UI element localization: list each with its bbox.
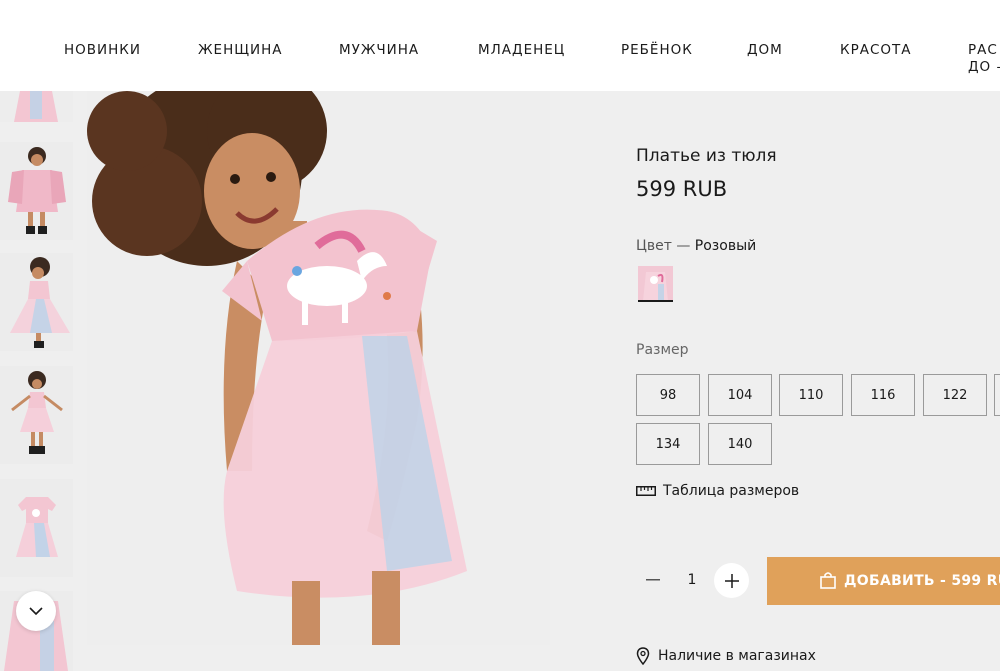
child-jacket-photo-thumb-icon bbox=[0, 142, 73, 240]
minus-icon bbox=[646, 579, 660, 581]
nav-item-sale[interactable]: РАС ДО - bbox=[968, 42, 1000, 76]
nav-item-man[interactable]: МУЖЧИНА bbox=[339, 42, 419, 58]
size-option-104[interactable]: 104 bbox=[708, 374, 772, 416]
nav-item-sale-line2: ДО - bbox=[968, 59, 1000, 75]
thumbnail-2[interactable] bbox=[0, 142, 73, 240]
dress-flatlay-thumb-icon bbox=[0, 479, 73, 577]
thumbnail-4[interactable] bbox=[0, 366, 73, 464]
thumbnail-gallery bbox=[0, 91, 75, 671]
product-main-image[interactable] bbox=[87, 91, 550, 645]
size-option-134[interactable]: 134 bbox=[636, 423, 700, 465]
thumbnail-3[interactable] bbox=[0, 253, 73, 351]
ruler-icon bbox=[636, 486, 656, 496]
size-option-98[interactable]: 98 bbox=[636, 374, 700, 416]
location-pin-icon bbox=[636, 647, 650, 665]
thumbnail-5[interactable] bbox=[0, 479, 73, 577]
nav-item-woman[interactable]: ЖЕНЩИНА bbox=[198, 42, 282, 58]
quantity-increase-button[interactable] bbox=[714, 563, 749, 598]
color-swatch-pink[interactable] bbox=[638, 266, 673, 301]
quantity-decrease-button[interactable] bbox=[640, 566, 666, 594]
child-full-photo-thumb-icon bbox=[0, 366, 73, 464]
dress-photo-thumb-icon bbox=[0, 91, 73, 122]
size-option-116[interactable]: 116 bbox=[851, 374, 915, 416]
thumbnail-1[interactable] bbox=[0, 91, 73, 122]
size-label: Размер bbox=[636, 342, 689, 358]
nav-item-home[interactable]: ДОМ bbox=[747, 42, 783, 58]
color-swatch-selected-indicator bbox=[638, 300, 673, 302]
nav-item-baby[interactable]: МЛАДЕНЕЦ bbox=[478, 42, 565, 58]
size-option-122[interactable]: 122 bbox=[923, 374, 987, 416]
size-option-140[interactable]: 140 bbox=[708, 423, 772, 465]
quantity-value: 1 bbox=[687, 572, 697, 588]
color-value: Розовый bbox=[694, 238, 757, 254]
child-twirl-photo-thumb-icon bbox=[0, 253, 73, 351]
product-title: Платье из тюля bbox=[636, 146, 777, 166]
chevron-down-icon bbox=[29, 606, 43, 615]
nav-item-new[interactable]: НОВИНКИ bbox=[64, 42, 141, 58]
color-label: Цвет — Розовый bbox=[636, 238, 756, 254]
nav-item-child[interactable]: РЕБЁНОК bbox=[621, 42, 693, 58]
size-chart-link[interactable]: Таблица размеров bbox=[636, 483, 799, 499]
size-option-110[interactable]: 110 bbox=[779, 374, 843, 416]
thumbnail-scroll-down-button[interactable] bbox=[16, 591, 56, 631]
store-availability-link[interactable]: Наличие в магазинах bbox=[636, 647, 816, 665]
size-option-partial[interactable] bbox=[994, 374, 1000, 416]
plus-icon bbox=[724, 573, 739, 588]
add-to-cart-label: ДОБАВИТЬ - 599 RU bbox=[844, 573, 1000, 589]
size-chart-label: Таблица размеров bbox=[663, 483, 800, 499]
store-availability-label: Наличие в магазинах bbox=[658, 648, 816, 664]
top-navigation: НОВИНКИ ЖЕНЩИНА МУЖЧИНА МЛАДЕНЕЦ РЕБЁНОК… bbox=[0, 0, 1000, 91]
shopping-bag-icon bbox=[820, 572, 836, 589]
nav-item-beauty[interactable]: КРАСОТА bbox=[840, 42, 912, 58]
nav-item-sale-line1: РАС bbox=[968, 42, 998, 58]
dress-swatch-icon bbox=[638, 266, 673, 301]
product-price: 599 RUB bbox=[636, 177, 728, 201]
add-to-cart-button[interactable]: ДОБАВИТЬ - 599 RU bbox=[767, 557, 1000, 605]
color-label-prefix: Цвет — bbox=[636, 238, 695, 254]
girl-in-pink-unicorn-tulle-dress-photo-icon bbox=[87, 91, 550, 645]
